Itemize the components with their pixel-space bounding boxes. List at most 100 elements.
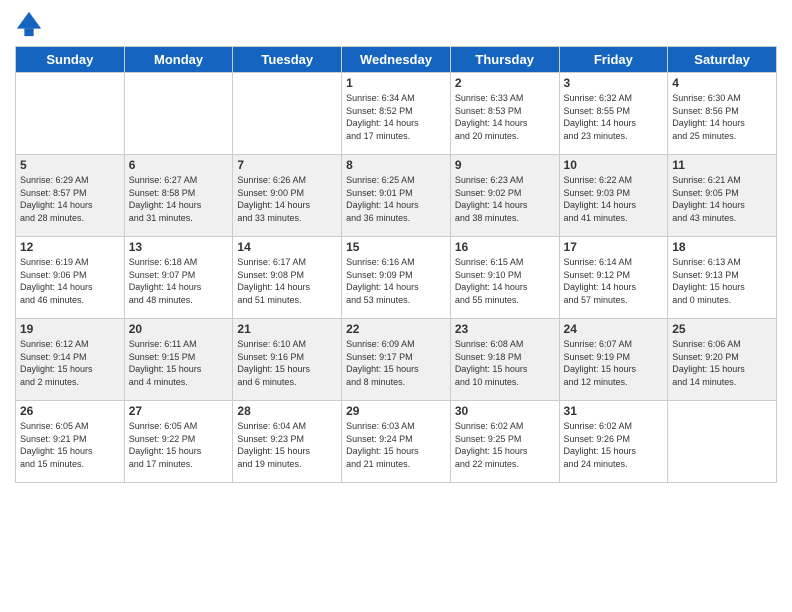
day-info: Sunrise: 6:09 AM Sunset: 9:17 PM Dayligh… (346, 338, 446, 388)
day-info: Sunrise: 6:26 AM Sunset: 9:00 PM Dayligh… (237, 174, 337, 224)
day-info: Sunrise: 6:04 AM Sunset: 9:23 PM Dayligh… (237, 420, 337, 470)
calendar-cell (124, 73, 233, 155)
calendar-cell: 29 Sunrise: 6:03 AM Sunset: 9:24 PM Dayli… (342, 401, 451, 483)
day-info: Sunrise: 6:06 AM Sunset: 9:20 PM Dayligh… (672, 338, 772, 388)
calendar-cell: 7 Sunrise: 6:26 AM Sunset: 9:00 PM Daylig… (233, 155, 342, 237)
day-info: Sunrise: 6:02 AM Sunset: 9:25 PM Dayligh… (455, 420, 555, 470)
day-info: Sunrise: 6:15 AM Sunset: 9:10 PM Dayligh… (455, 256, 555, 306)
day-info: Sunrise: 6:13 AM Sunset: 9:13 PM Dayligh… (672, 256, 772, 306)
calendar-cell: 21 Sunrise: 6:10 AM Sunset: 9:16 PM Dayli… (233, 319, 342, 401)
day-number: 21 (237, 322, 337, 336)
day-info: Sunrise: 6:05 AM Sunset: 9:21 PM Dayligh… (20, 420, 120, 470)
day-number: 3 (564, 76, 664, 90)
day-info: Sunrise: 6:19 AM Sunset: 9:06 PM Dayligh… (20, 256, 120, 306)
day-number: 10 (564, 158, 664, 172)
calendar-cell: 27 Sunrise: 6:05 AM Sunset: 9:22 PM Dayli… (124, 401, 233, 483)
calendar-row: 1 Sunrise: 6:34 AM Sunset: 8:52 PM Daylig… (16, 73, 777, 155)
day-number: 1 (346, 76, 446, 90)
calendar-cell (233, 73, 342, 155)
day-info: Sunrise: 6:17 AM Sunset: 9:08 PM Dayligh… (237, 256, 337, 306)
calendar-cell: 11 Sunrise: 6:21 AM Sunset: 9:05 PM Dayli… (668, 155, 777, 237)
day-info: Sunrise: 6:34 AM Sunset: 8:52 PM Dayligh… (346, 92, 446, 142)
calendar-cell: 30 Sunrise: 6:02 AM Sunset: 9:25 PM Dayli… (450, 401, 559, 483)
calendar-cell: 4 Sunrise: 6:30 AM Sunset: 8:56 PM Daylig… (668, 73, 777, 155)
calendar-row: 19 Sunrise: 6:12 AM Sunset: 9:14 PM Dayli… (16, 319, 777, 401)
calendar-cell: 23 Sunrise: 6:08 AM Sunset: 9:18 PM Dayli… (450, 319, 559, 401)
day-info: Sunrise: 6:30 AM Sunset: 8:56 PM Dayligh… (672, 92, 772, 142)
calendar-cell: 28 Sunrise: 6:04 AM Sunset: 9:23 PM Dayli… (233, 401, 342, 483)
day-info: Sunrise: 6:29 AM Sunset: 8:57 PM Dayligh… (20, 174, 120, 224)
logo-icon (15, 10, 43, 38)
page: SundayMondayTuesdayWednesdayThursdayFrid… (0, 0, 792, 612)
weekday-header: Tuesday (233, 47, 342, 73)
day-info: Sunrise: 6:32 AM Sunset: 8:55 PM Dayligh… (564, 92, 664, 142)
calendar-cell (16, 73, 125, 155)
day-number: 25 (672, 322, 772, 336)
day-number: 22 (346, 322, 446, 336)
day-number: 30 (455, 404, 555, 418)
day-number: 28 (237, 404, 337, 418)
calendar-cell: 13Sunrise: 6:18 AM Sunset: 9:07 PM Dayli… (124, 237, 233, 319)
day-info: Sunrise: 6:12 AM Sunset: 9:14 PM Dayligh… (20, 338, 120, 388)
calendar-cell (668, 401, 777, 483)
calendar-cell: 16 Sunrise: 6:15 AM Sunset: 9:10 PM Dayli… (450, 237, 559, 319)
calendar-cell: 25 Sunrise: 6:06 AM Sunset: 9:20 PM Dayli… (668, 319, 777, 401)
calendar-row: 26Sunrise: 6:05 AM Sunset: 9:21 PM Dayli… (16, 401, 777, 483)
day-info: Sunrise: 6:23 AM Sunset: 9:02 PM Dayligh… (455, 174, 555, 224)
weekday-header: Friday (559, 47, 668, 73)
calendar-cell: 1 Sunrise: 6:34 AM Sunset: 8:52 PM Daylig… (342, 73, 451, 155)
weekday-header: Wednesday (342, 47, 451, 73)
day-info: Sunrise: 6:05 AM Sunset: 9:22 PM Dayligh… (129, 420, 229, 470)
calendar-cell: 22 Sunrise: 6:09 AM Sunset: 9:17 PM Dayli… (342, 319, 451, 401)
day-info: Sunrise: 6:16 AM Sunset: 9:09 PM Dayligh… (346, 256, 446, 306)
day-info: Sunrise: 6:33 AM Sunset: 8:53 PM Dayligh… (455, 92, 555, 142)
weekday-header: Saturday (668, 47, 777, 73)
weekday-header: Monday (124, 47, 233, 73)
calendar-cell: 19 Sunrise: 6:12 AM Sunset: 9:14 PM Dayli… (16, 319, 125, 401)
logo (15, 10, 47, 38)
calendar-header-row: SundayMondayTuesdayWednesdayThursdayFrid… (16, 47, 777, 73)
day-info: Sunrise: 6:11 AM Sunset: 9:15 PM Dayligh… (129, 338, 229, 388)
day-number: 7 (237, 158, 337, 172)
calendar-row: 5 Sunrise: 6:29 AM Sunset: 8:57 PM Daylig… (16, 155, 777, 237)
calendar-cell: 10 Sunrise: 6:22 AM Sunset: 9:03 PM Dayli… (559, 155, 668, 237)
day-info: Sunrise: 6:22 AM Sunset: 9:03 PM Dayligh… (564, 174, 664, 224)
day-info: Sunrise: 6:25 AM Sunset: 9:01 PM Dayligh… (346, 174, 446, 224)
calendar-cell: 15Sunrise: 6:16 AM Sunset: 9:09 PM Dayli… (342, 237, 451, 319)
calendar-cell: 3 Sunrise: 6:32 AM Sunset: 8:55 PM Daylig… (559, 73, 668, 155)
day-info: Sunrise: 6:21 AM Sunset: 9:05 PM Dayligh… (672, 174, 772, 224)
calendar-cell: 14 Sunrise: 6:17 AM Sunset: 9:08 PM Dayli… (233, 237, 342, 319)
calendar-cell: 17 Sunrise: 6:14 AM Sunset: 9:12 PM Dayli… (559, 237, 668, 319)
day-number: 27 (129, 404, 229, 418)
day-number: 6 (129, 158, 229, 172)
day-number: 29 (346, 404, 446, 418)
day-number: 19 (20, 322, 120, 336)
day-number: 24 (564, 322, 664, 336)
header (15, 10, 777, 38)
day-info: Sunrise: 6:14 AM Sunset: 9:12 PM Dayligh… (564, 256, 664, 306)
calendar-cell: 12Sunrise: 6:19 AM Sunset: 9:06 PM Dayli… (16, 237, 125, 319)
day-info: Sunrise: 6:07 AM Sunset: 9:19 PM Dayligh… (564, 338, 664, 388)
calendar-cell: 9 Sunrise: 6:23 AM Sunset: 9:02 PM Daylig… (450, 155, 559, 237)
day-number: 16 (455, 240, 555, 254)
calendar-cell: 26Sunrise: 6:05 AM Sunset: 9:21 PM Dayli… (16, 401, 125, 483)
calendar-cell: 31Sunrise: 6:02 AM Sunset: 9:26 PM Dayli… (559, 401, 668, 483)
day-number: 5 (20, 158, 120, 172)
day-info: Sunrise: 6:03 AM Sunset: 9:24 PM Dayligh… (346, 420, 446, 470)
day-info: Sunrise: 6:02 AM Sunset: 9:26 PM Dayligh… (564, 420, 664, 470)
calendar-cell: 6 Sunrise: 6:27 AM Sunset: 8:58 PM Daylig… (124, 155, 233, 237)
day-number: 17 (564, 240, 664, 254)
day-info: Sunrise: 6:10 AM Sunset: 9:16 PM Dayligh… (237, 338, 337, 388)
day-number: 20 (129, 322, 229, 336)
calendar-cell: 20 Sunrise: 6:11 AM Sunset: 9:15 PM Dayli… (124, 319, 233, 401)
day-number: 23 (455, 322, 555, 336)
day-number: 14 (237, 240, 337, 254)
day-info: Sunrise: 6:08 AM Sunset: 9:18 PM Dayligh… (455, 338, 555, 388)
day-number: 4 (672, 76, 772, 90)
day-number: 9 (455, 158, 555, 172)
calendar: SundayMondayTuesdayWednesdayThursdayFrid… (15, 46, 777, 483)
day-number: 11 (672, 158, 772, 172)
day-info: Sunrise: 6:27 AM Sunset: 8:58 PM Dayligh… (129, 174, 229, 224)
calendar-cell: 5 Sunrise: 6:29 AM Sunset: 8:57 PM Daylig… (16, 155, 125, 237)
day-number: 8 (346, 158, 446, 172)
